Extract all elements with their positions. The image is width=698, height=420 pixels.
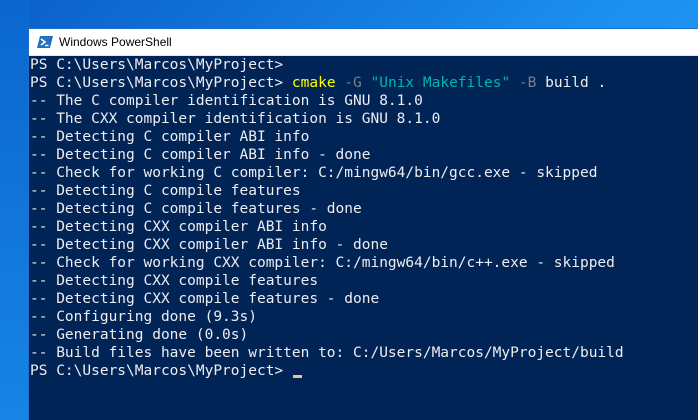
output-line: -- Build files have been written to: C:/… <box>30 345 624 361</box>
powershell-window[interactable]: Windows PowerShell PS C:\Users\Marcos\My… <box>29 29 698 420</box>
output-line: -- Detecting CXX compile features - done <box>30 291 380 307</box>
output-line: -- Check for working CXX compiler: C:/mi… <box>30 255 615 271</box>
output-line: -- Configuring done (9.3s) <box>30 309 257 325</box>
output-line: -- The C compiler identification is GNU … <box>30 93 423 109</box>
command-parameter: -B <box>518 75 537 91</box>
current-prompt: PS C:\Users\Marcos\MyProject> <box>30 363 284 379</box>
command-prompt: PS C:\Users\Marcos\MyProject> <box>30 75 284 91</box>
output-line: -- Detecting C compiler ABI info - done <box>30 147 371 163</box>
current-prompt-line[interactable]: PS C:\Users\Marcos\MyProject> <box>30 362 698 380</box>
title-bar[interactable]: Windows PowerShell <box>29 29 698 56</box>
command-string: "Unix Makefiles" <box>370 75 511 91</box>
output-line: -- Detecting CXX compile features <box>30 273 319 289</box>
output-line: -- Detecting CXX compiler ABI info - don… <box>30 237 388 253</box>
text-cursor <box>292 375 302 378</box>
output-line: -- Detecting C compile features - done <box>30 201 362 217</box>
output-line: -- Generating done (0.0s) <box>30 327 249 343</box>
output-line: -- Check for working C compiler: C:/ming… <box>30 165 598 181</box>
output-line: -- Detecting C compile features <box>30 183 301 199</box>
output-line: -- Detecting CXX compiler ABI info <box>30 219 327 235</box>
command-name: cmake <box>291 75 336 91</box>
command-args: build . <box>545 75 607 91</box>
window-title: Windows PowerShell <box>59 35 172 49</box>
desktop-background <box>0 0 30 420</box>
output-line: -- The CXX compiler identification is GN… <box>30 111 441 127</box>
output-line: -- Detecting C compiler ABI info <box>30 129 310 145</box>
console-output[interactable]: PS C:\Users\Marcos\MyProject> PS C:\User… <box>29 56 698 420</box>
powershell-icon <box>37 34 53 50</box>
prompt-line: PS C:\Users\Marcos\MyProject> <box>30 57 284 73</box>
command-line: PS C:\Users\Marcos\MyProject> cmake -G "… <box>30 74 698 92</box>
command-parameter: -G <box>344 75 362 91</box>
